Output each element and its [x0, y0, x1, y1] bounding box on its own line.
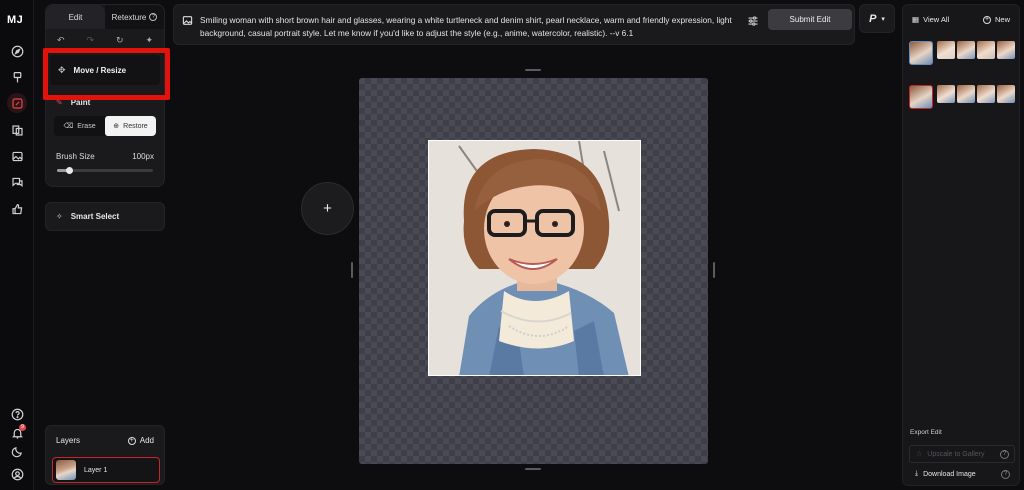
canvas-left-handle[interactable] — [351, 262, 353, 278]
help-icon[interactable] — [7, 404, 27, 424]
panel-tabs: Edit Retexture ? — [46, 5, 164, 29]
upscale-label: Upscale to Gallery — [927, 450, 985, 458]
settings-sliders-icon[interactable] — [747, 15, 759, 30]
canvas-bottom-handle[interactable] — [525, 468, 541, 470]
add-layer-label: Add — [139, 436, 154, 445]
restore-label: Restore — [123, 122, 148, 130]
edit-tool-panel: Edit Retexture ? ↶ ↷ ↻ ✦ ✥ Move / Resize… — [45, 4, 165, 187]
history-toolbar: ↶ ↷ ↻ ✦ — [46, 29, 164, 51]
chevron-down-icon: ▾ — [881, 15, 885, 23]
smart-select-button[interactable]: ✧ Smart Select — [45, 202, 165, 231]
layers-title: Layers — [56, 436, 81, 445]
add-image-button[interactable]: + — [301, 182, 354, 235]
submit-edit-button[interactable]: Submit Edit — [768, 9, 852, 30]
star-icon: ☆ — [916, 451, 923, 458]
brush-size-slider[interactable] — [57, 167, 153, 174]
history-thumb[interactable] — [957, 41, 975, 59]
layers-icon[interactable] — [7, 120, 27, 140]
erase-restore-toggle: ⌫ Erase ⊕ Restore — [54, 116, 156, 136]
history-thumb[interactable] — [937, 41, 955, 59]
paint-tool[interactable]: ✎ Paint — [46, 91, 164, 113]
left-rail: MJ 9 — [0, 0, 34, 490]
brush-size-value: 100px — [132, 152, 154, 161]
edit-icon[interactable] — [7, 93, 27, 113]
move-resize-label: Move / Resize — [73, 65, 127, 75]
reset-icon[interactable]: ↻ — [113, 33, 127, 47]
layers-panel: Layers + Add Layer 1 — [45, 425, 165, 485]
add-layer-button[interactable]: + Add — [127, 436, 154, 445]
profile-icon[interactable] — [7, 464, 27, 484]
history-thumb-main[interactable] — [909, 41, 933, 65]
compass-icon[interactable] — [7, 41, 27, 61]
moon-icon[interactable] — [7, 441, 27, 461]
new-label: New — [994, 15, 1010, 24]
restore-button[interactable]: ⊕ Restore — [105, 116, 156, 136]
help-icon[interactable]: ? — [1000, 449, 1009, 459]
add-icon: + — [127, 436, 136, 445]
prompt-text[interactable]: Smiling woman with short brown hair and … — [200, 14, 740, 40]
smart-select-icon: ✧ — [56, 212, 63, 221]
tab-retexture[interactable]: Retexture ? — [105, 5, 164, 29]
brush-size-row: Brush Size 100px — [46, 152, 164, 161]
tab-edit-label: Edit — [68, 12, 83, 22]
erase-label: Erase — [77, 122, 96, 130]
image-prompt-icon[interactable] — [182, 15, 193, 29]
download-image-button[interactable]: ⤓ Download Image ? — [909, 465, 1015, 483]
chat-icon[interactable] — [7, 172, 27, 192]
download-icon: ⤓ — [915, 470, 919, 477]
new-button[interactable]: + New — [982, 15, 1010, 24]
move-resize-button[interactable]: ✥ Move / Resize — [50, 55, 160, 85]
history-row[interactable] — [909, 41, 1015, 65]
bell-icon[interactable]: 9 — [7, 423, 27, 443]
personalize-button[interactable]: P ▾ — [859, 4, 895, 33]
upscale-to-gallery-button[interactable]: ☆ Upscale to Gallery ? — [909, 445, 1015, 463]
move-icon: ✥ — [58, 64, 66, 75]
brush-icon[interactable] — [7, 67, 27, 87]
tab-edit[interactable]: Edit — [46, 5, 105, 29]
layer-item-label: Layer 1 — [84, 466, 108, 474]
grid-icon: ▦ — [912, 15, 920, 24]
history-thumb-main[interactable] — [909, 85, 933, 109]
canvas-right-handle[interactable] — [713, 262, 715, 278]
restore-icon: ⊕ — [113, 123, 120, 130]
history-thumb[interactable] — [997, 41, 1015, 59]
magic-icon[interactable]: ✦ — [142, 33, 156, 47]
logo[interactable]: MJ — [7, 14, 23, 26]
erase-button[interactable]: ⌫ Erase — [54, 116, 105, 136]
view-all-button[interactable]: ▦ View All — [912, 15, 949, 24]
layer-thumbnail — [56, 460, 76, 480]
brush-slider-handle[interactable] — [65, 167, 73, 174]
tab-retexture-label: Retexture — [111, 12, 147, 22]
layer-item[interactable]: Layer 1 — [52, 457, 160, 483]
history-row[interactable] — [909, 85, 1015, 109]
export-edit-label: Export Edit — [910, 429, 942, 436]
brush-size-label: Brush Size — [56, 152, 95, 161]
help-icon[interactable]: ? — [1001, 469, 1010, 479]
portrait-image[interactable] — [428, 140, 641, 376]
image-icon[interactable] — [7, 146, 27, 166]
eraser-icon: ⌫ — [63, 123, 74, 130]
paint-label: Paint — [70, 97, 91, 107]
personalize-label: P — [869, 12, 877, 25]
info-icon: ? — [149, 13, 158, 21]
redo-icon[interactable]: ↷ — [83, 33, 97, 47]
history-thumb[interactable] — [977, 41, 995, 59]
canvas-top-handle[interactable] — [525, 69, 541, 71]
paint-brush-icon: ✎ — [56, 97, 63, 107]
add-circle-icon: + — [982, 15, 991, 24]
smart-select-label: Smart Select — [70, 212, 120, 221]
download-label: Download Image — [923, 470, 976, 478]
view-all-label: View All — [923, 15, 950, 24]
history-thumb[interactable] — [977, 85, 995, 103]
history-thumb[interactable] — [937, 85, 955, 103]
history-panel: ▦ View All + New Export Edit ☆ Upscale t… — [902, 4, 1020, 486]
history-thumb[interactable] — [997, 85, 1015, 103]
undo-icon[interactable]: ↶ — [54, 33, 68, 47]
thumbs-up-icon[interactable] — [7, 199, 27, 219]
prompt-bar: Smiling woman with short brown hair and … — [173, 4, 855, 45]
plus-icon: + — [323, 200, 332, 217]
notification-badge: 9 — [19, 424, 26, 431]
history-thumb[interactable] — [957, 85, 975, 103]
